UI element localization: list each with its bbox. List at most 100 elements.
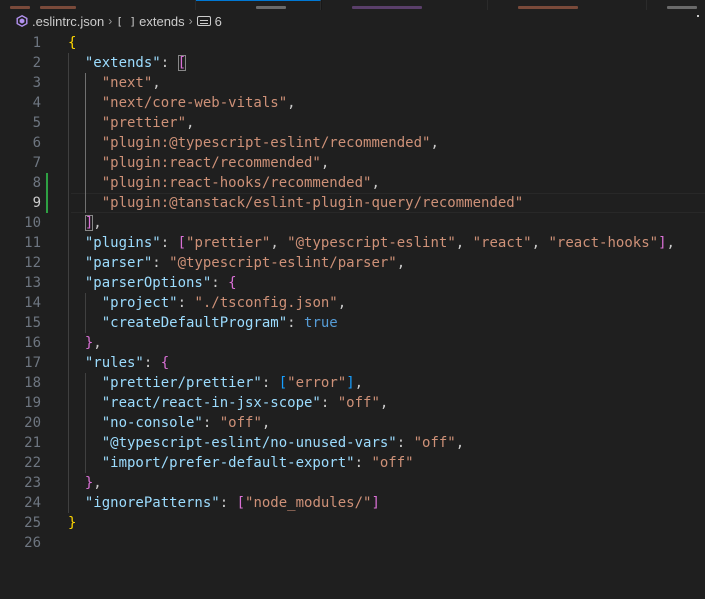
json-punctuation: , [93, 215, 102, 231]
breadcrumb-key[interactable]: [ ] extends [116, 14, 184, 29]
json-punctuation [68, 195, 102, 211]
breadcrumb-element[interactable]: 6 [196, 13, 222, 29]
line-number: 5 [32, 115, 41, 131]
code-line[interactable]: 24 "ignorePatterns": ["node_modules/"] [0, 493, 705, 513]
json-punctuation [68, 435, 102, 451]
editor-tab[interactable] [0, 0, 196, 10]
modified-line-indicator[interactable] [46, 173, 48, 193]
json-punctuation [68, 235, 85, 251]
line-number: 25 [24, 515, 41, 531]
json-punctuation: , [93, 335, 102, 351]
line-number: 6 [32, 135, 41, 151]
breadcrumb-key-label: extends [139, 13, 185, 29]
code-line[interactable]: 18 "prettier/prettier": ["error"], [0, 373, 705, 393]
code-line[interactable]: 14 "project": "./tsconfig.json", [0, 293, 705, 313]
code-line[interactable]: 11 "plugins": ["prettier", "@typescript-… [0, 233, 705, 253]
json-punctuation: : [287, 315, 305, 331]
json-string: "plugin:react/recommended" [101, 155, 321, 171]
code-line[interactable]: 7 "plugin:react/recommended", [0, 153, 705, 173]
line-number: 10 [24, 215, 41, 231]
json-key: "createDefaultProgram" [101, 315, 288, 331]
editor-tab-active[interactable] [196, 0, 321, 10]
code-line[interactable]: 4 "next/core-web-vitals", [0, 93, 705, 113]
json-string: "error" [287, 375, 347, 391]
modified-line-indicator[interactable] [46, 193, 48, 213]
json-string: "plugin:@tanstack/eslint-plugin-query/re… [101, 195, 524, 211]
code-text: "import/prefer-default-export": "off" [68, 453, 414, 473]
line-number: 21 [24, 435, 41, 451]
code-text: "extends": [ [68, 53, 187, 73]
editor-tab[interactable] [322, 0, 488, 10]
code-line[interactable]: 12 "parser": "@typescript-eslint/parser"… [0, 253, 705, 273]
json-bracket: { [228, 275, 237, 291]
code-line[interactable]: 23 }, [0, 473, 705, 493]
json-bracket: ] [346, 375, 355, 391]
json-string: "@typescript-eslint" [287, 235, 456, 251]
json-key: "parserOptions" [84, 275, 212, 291]
line-number: 18 [24, 375, 41, 391]
breadcrumb-element-label: 6 [214, 13, 222, 29]
json-bracket: ] [371, 495, 380, 511]
json-literal: true [304, 315, 338, 331]
code-line[interactable]: 3 "next", [0, 73, 705, 93]
json-bracket: [ [177, 235, 187, 251]
json-string: "prettier" [101, 115, 187, 131]
line-number: 13 [24, 275, 41, 291]
json-bracket: { [68, 35, 77, 51]
json-punctuation: : [320, 395, 338, 411]
json-key: "ignorePatterns" [84, 495, 220, 511]
code-line[interactable]: 10 ], [0, 213, 705, 233]
editor-tab[interactable] [647, 0, 705, 10]
code-line[interactable]: 26 [0, 533, 705, 553]
code-line[interactable]: 13 "parserOptions": { [0, 273, 705, 293]
code-line[interactable]: 2 "extends": [ [0, 53, 705, 73]
code-line[interactable]: 9 "plugin:@tanstack/eslint-plugin-query/… [0, 193, 705, 213]
json-string: "node_modules/" [245, 495, 372, 511]
code-text: "parserOptions": { [68, 273, 237, 293]
array-icon: [ ] [116, 14, 137, 28]
code-line[interactable]: 21 "@typescript-eslint/no-unused-vars": … [0, 433, 705, 453]
code-line[interactable]: 20 "no-console": "off", [0, 413, 705, 433]
json-string: "@typescript-eslint/parser" [169, 255, 397, 271]
line-number: 19 [24, 395, 41, 411]
code-text: "plugin:react/recommended", [68, 153, 330, 173]
code-line[interactable]: 22 "import/prefer-default-export": "off" [0, 453, 705, 473]
json-punctuation [68, 455, 102, 471]
line-number: 2 [32, 55, 41, 71]
json-key: "project" [101, 295, 178, 311]
line-number: 22 [24, 455, 41, 471]
code-line[interactable]: 8 "plugin:react-hooks/recommended", [0, 173, 705, 193]
code-line[interactable]: 6 "plugin:@typescript-eslint/recommended… [0, 133, 705, 153]
code-editor[interactable]: 1{2 "extends": [3 "next", 4 "next/core-we… [0, 33, 705, 599]
code-text: "createDefaultProgram": true [68, 313, 338, 333]
json-punctuation: , [371, 175, 380, 191]
json-punctuation: , [455, 435, 465, 451]
json-punctuation [68, 275, 85, 291]
code-line[interactable]: 16 }, [0, 333, 705, 353]
code-line[interactable]: 15 "createDefaultProgram": true [0, 313, 705, 333]
code-text: "react/react-in-jsx-scope": "off", [68, 393, 389, 413]
code-line[interactable]: 25} [0, 513, 705, 533]
json-punctuation [68, 115, 102, 131]
editor-tab[interactable] [488, 0, 647, 10]
json-punctuation: : [202, 415, 220, 431]
breadcrumb-file-label: .eslintrc.json [32, 13, 105, 29]
json-punctuation: : [160, 235, 178, 251]
line-number: 4 [32, 95, 41, 111]
line-number: 12 [24, 255, 41, 271]
code-line[interactable]: 17 "rules": { [0, 353, 705, 373]
breadcrumb: .eslintrc.json › [ ] extends › 6 [0, 10, 705, 32]
json-key: "rules" [84, 355, 144, 371]
json-punctuation [68, 155, 102, 171]
json-punctuation [68, 135, 102, 151]
code-text: "project": "./tsconfig.json", [68, 293, 346, 313]
breadcrumb-file[interactable]: .eslintrc.json [16, 14, 104, 29]
code-text: "next", [68, 73, 161, 93]
line-number: 3 [32, 75, 41, 91]
json-punctuation [68, 175, 102, 191]
code-line[interactable]: 5 "prettier", [0, 113, 705, 133]
json-punctuation: , [152, 75, 161, 91]
chevron-right-icon: › [188, 14, 193, 28]
code-line[interactable]: 19 "react/react-in-jsx-scope": "off", [0, 393, 705, 413]
code-line[interactable]: 1{ [0, 33, 705, 53]
